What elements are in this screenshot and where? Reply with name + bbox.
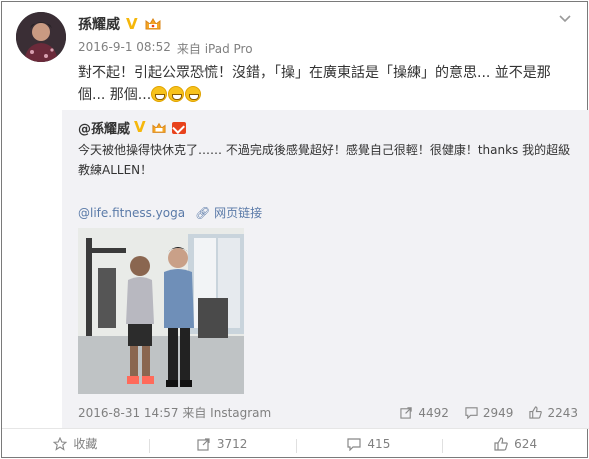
grin-emoji-icon (185, 86, 202, 102)
repost-author-row: @孫耀威 V (78, 118, 186, 137)
avatar[interactable] (16, 12, 66, 62)
post-text: 對不起！引起公眾恐慌！沒錯，「操」在廣東話是「操練」的意思... 並不是那個..… (78, 62, 568, 106)
post-source-prefix: 来自 (176, 42, 201, 56)
repost-text: 今天被他操得快休克了…… 不過完成後感覺超好！感覺自己很輕！很健康！thanks… (78, 143, 571, 177)
comment-button[interactable]: 415 (295, 436, 443, 453)
post-source[interactable]: iPad Pro (205, 42, 253, 56)
favorite-button[interactable]: 收藏 (2, 435, 149, 452)
repost-author[interactable]: @孫耀威 (78, 118, 130, 137)
repost-source[interactable]: Instagram (210, 406, 271, 420)
web-link-label: 网页链接 (214, 206, 263, 220)
grin-emoji-icon (168, 86, 185, 102)
repost-links: @life.fitness.yoga 🔗︎ 网页链接 (78, 204, 262, 221)
verified-v-icon: V (126, 14, 138, 33)
action-bar: 收藏 3712 415 624 (2, 428, 589, 458)
thumbs-up-icon (494, 436, 508, 451)
repost-box: @孫耀威 V 今天被他操得快休克了…… 不過完成後感覺超好！感覺自己很輕！很健康… (62, 110, 589, 428)
repost-source-prefix: 来自 (182, 406, 207, 420)
repost-stat-reposts[interactable]: 4492 (400, 406, 449, 420)
like-action-count: 624 (514, 436, 538, 451)
like-count: 2243 (547, 405, 578, 420)
author-row: 孫耀威 V (78, 14, 162, 34)
repost-stat-likes[interactable]: 2243 (529, 406, 578, 420)
verified-v-icon: V (134, 118, 146, 136)
author-name[interactable]: 孫耀威 (78, 14, 120, 34)
repost-photo[interactable] (78, 228, 244, 394)
mention-link[interactable]: @life.fitness.yoga (78, 206, 185, 220)
repost-icon (400, 407, 413, 419)
comment-icon (347, 437, 362, 451)
weibo-card: 孫耀威 V 2016-9-1 08:52 来自 iPad Pro 對不起！引起公… (1, 1, 589, 458)
post-meta: 2016-9-1 08:52 来自 iPad Pro (78, 40, 253, 57)
comment-count: 2949 (482, 405, 514, 420)
member-badge-icon[interactable] (171, 121, 186, 134)
repost-button[interactable]: 3712 (148, 436, 296, 453)
comment-icon (465, 407, 478, 419)
post-date[interactable]: 2016-9-1 08:52 (78, 40, 171, 57)
repost-stats: 4492 2949 2243 (400, 406, 578, 420)
repost-footer: 2016-8-31 14:57 来自 Instagram 4492 2949 2… (78, 404, 578, 421)
thumbs-up-icon (529, 406, 543, 419)
repost-count: 4492 (418, 405, 449, 420)
star-icon (53, 436, 68, 451)
grin-emoji-icon (151, 86, 168, 102)
chevron-down-icon[interactable] (557, 10, 573, 26)
favorite-label: 收藏 (73, 437, 98, 451)
repost-stat-comments[interactable]: 2949 (465, 405, 514, 420)
web-link[interactable]: 🔗︎ 网页链接 (195, 204, 262, 221)
repost-action-count: 3712 (216, 436, 248, 451)
like-button[interactable]: 624 (442, 436, 589, 453)
crown-member-icon[interactable] (150, 120, 168, 136)
repost-date[interactable]: 2016-8-31 14:57 (78, 406, 179, 420)
post-body: 對不起！引起公眾恐慌！沒錯，「操」在廣東話是「操練」的意思... 並不是那個..… (78, 65, 551, 103)
crown-member-icon[interactable] (144, 16, 162, 32)
link-icon: 🔗︎ (195, 206, 211, 220)
repost-icon (197, 437, 210, 451)
comment-action-count: 415 (367, 436, 391, 451)
